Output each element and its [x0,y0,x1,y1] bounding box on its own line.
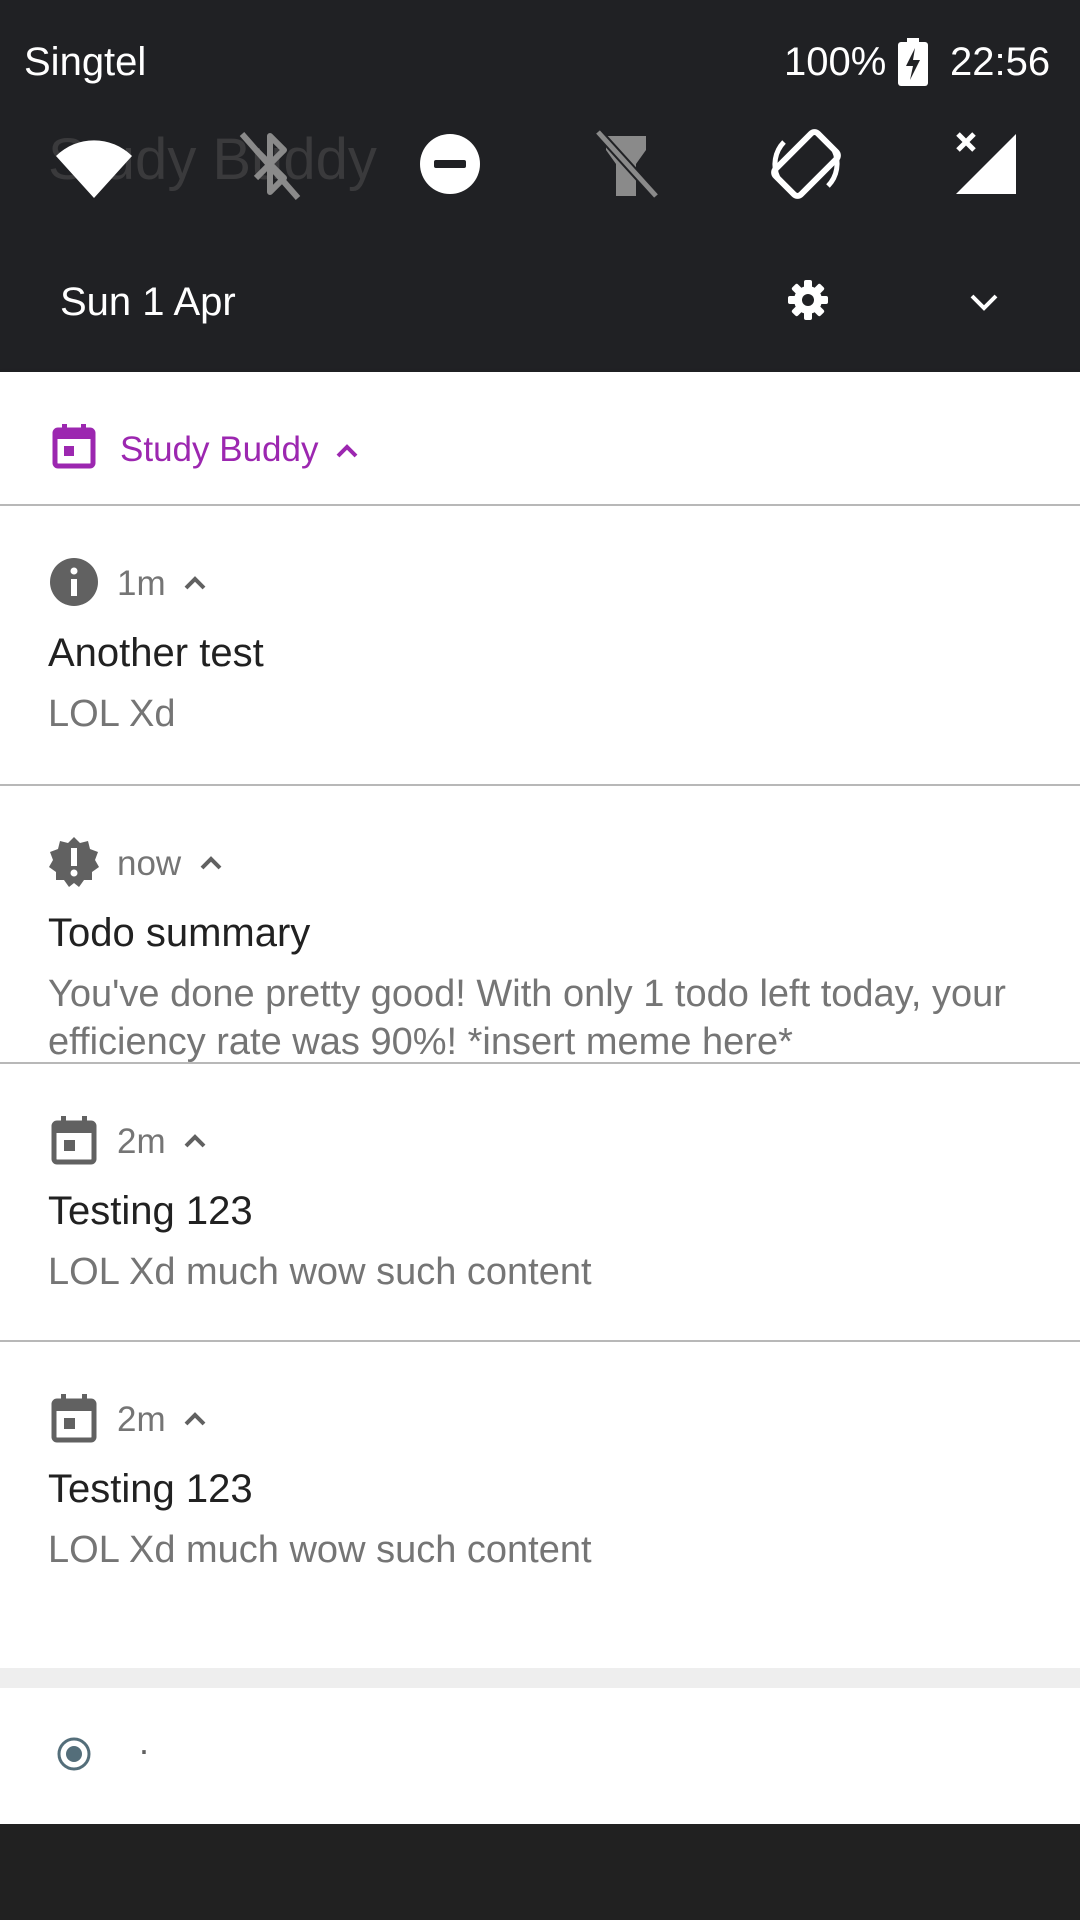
date-label: Sun 1 Apr [60,280,236,324]
do-not-disturb-icon[interactable] [408,122,492,206]
notification-item[interactable]: now Todo summary You've done pretty good… [0,786,1080,1063]
auto-rotate-icon[interactable] [764,122,848,206]
alert-badge-icon [48,836,100,888]
notification-body: LOL Xd much wow such content [48,1529,592,1571]
panel-gap [0,1668,1080,1688]
notification-group-card[interactable]: Study Buddy 1m Another test LOL Xd now T… [0,372,1080,1668]
clock: 22:56 [950,40,1051,84]
notification-title: Todo summary [48,911,311,955]
settings-gear-icon[interactable] [786,278,830,322]
notification-body: You've done pretty good! With only 1 tod… [48,973,1006,1063]
bluetooth-off-icon[interactable] [228,122,312,206]
footer-text: · [138,1729,150,1770]
collapse-chevron-icon[interactable] [966,284,1002,320]
flashlight-off-icon[interactable] [584,122,668,206]
battery-charging-icon [898,38,928,86]
notification-body: LOL Xd [48,693,176,735]
notification-time: 2m [117,1400,166,1439]
chevron-up-icon[interactable] [178,566,212,600]
mobile-data-off-icon[interactable] [944,122,1028,206]
radio-target-icon [56,1736,92,1772]
wifi-icon[interactable] [52,122,136,206]
chevron-up-icon[interactable] [178,1124,212,1158]
battery-percent: 100% [784,40,887,84]
info-icon [48,556,100,608]
app-name-label: Study Buddy [120,430,319,469]
notification-time: 1m [117,564,166,603]
notification-time: 2m [117,1122,166,1161]
notification-group-header[interactable]: Study Buddy [0,372,1080,504]
footer-notification[interactable]: · [0,1688,1080,1824]
notification-title: Another test [48,631,264,675]
chevron-up-icon[interactable] [330,434,364,468]
notification-item[interactable]: 2m Testing 123 LOL Xd much wow such cont… [0,1064,1080,1340]
chevron-up-icon[interactable] [178,1402,212,1436]
calendar-icon [48,1114,100,1166]
notification-time: now [117,844,182,883]
navigation-area [0,1824,1080,1920]
notification-title: Testing 123 [48,1467,253,1511]
calendar-icon [50,422,98,470]
notification-body: LOL Xd much wow such content [48,1251,592,1293]
chevron-up-icon[interactable] [194,846,228,880]
calendar-icon [48,1392,100,1444]
notification-title: Testing 123 [48,1189,253,1233]
notification-item[interactable]: 1m Another test LOL Xd [0,506,1080,782]
carrier-label: Singtel [24,40,147,84]
notification-item[interactable]: 2m Testing 123 LOL Xd much wow such cont… [0,1342,1080,1618]
